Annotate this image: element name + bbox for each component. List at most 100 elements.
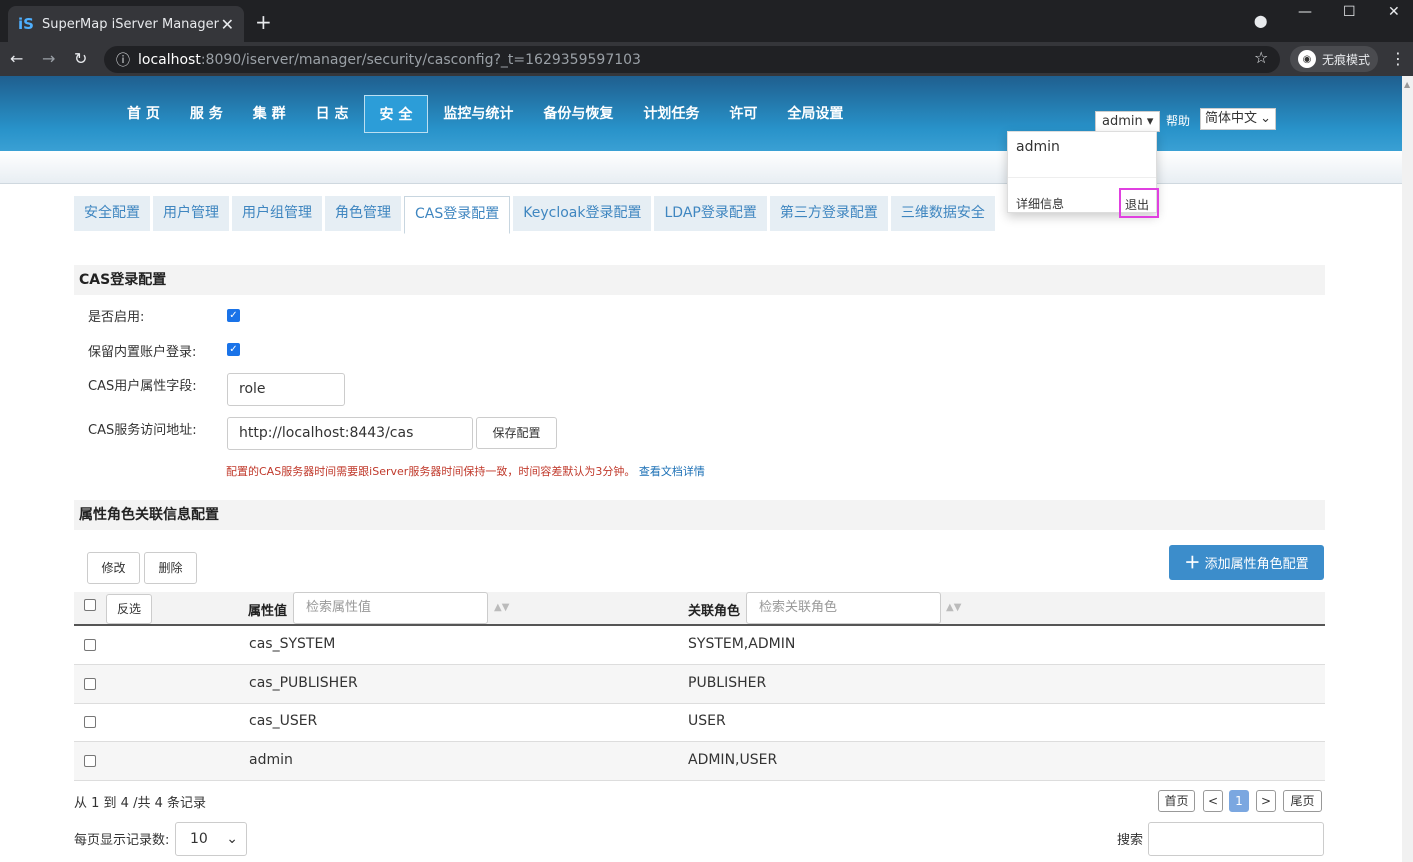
enable-checkbox[interactable]: ✓ xyxy=(227,309,240,322)
page-size-select[interactable]: 10 ⌄ xyxy=(175,822,247,856)
nav-services[interactable]: 服 务 xyxy=(175,95,238,133)
next-page-button[interactable]: > xyxy=(1256,790,1276,812)
delete-button[interactable]: 删除 xyxy=(144,552,197,584)
last-page-button[interactable]: 尾页 xyxy=(1283,790,1322,812)
main-nav: 首 页 服 务 集 群 日 志 安 全 监控与统计 备份与恢复 计划任务 许可 … xyxy=(112,95,858,133)
attr-search-input[interactable]: 检索属性值 xyxy=(293,592,488,624)
back-icon[interactable]: ← xyxy=(10,49,23,68)
keep-builtin-checkbox[interactable]: ✓ xyxy=(227,343,240,356)
language-value: 简体中文 xyxy=(1205,111,1258,126)
row-checkbox[interactable] xyxy=(84,678,96,690)
role-cell: USER xyxy=(688,713,726,729)
prev-page-button[interactable]: < xyxy=(1203,790,1223,812)
save-config-button[interactable]: 保存配置 xyxy=(476,417,557,449)
first-page-button[interactable]: 首页 xyxy=(1158,790,1195,812)
row-checkbox[interactable] xyxy=(84,716,96,728)
url-path: :8090/iserver/manager/security/casconfig… xyxy=(200,51,641,68)
url-host: localhost xyxy=(138,51,201,68)
nav-global-settings[interactable]: 全局设置 xyxy=(772,95,858,133)
role-cell: ADMIN,USER xyxy=(688,752,778,768)
user-menu-button[interactable]: admin ▾ xyxy=(1095,111,1161,132)
browser-menu-icon[interactable]: ⋮ xyxy=(1390,49,1406,68)
tab-ldap-login[interactable]: LDAP登录配置 xyxy=(654,196,767,231)
language-select[interactable]: 简体中文 ⌄ xyxy=(1200,108,1276,130)
scroll-up-icon[interactable]: ▲ xyxy=(1404,80,1410,89)
tab-3d-data-security[interactable]: 三维数据安全 xyxy=(890,196,995,231)
mapping-section-title: 属性角色关联信息配置 xyxy=(74,500,1325,530)
chevron-down-icon: ⌄ xyxy=(226,831,238,847)
incognito-icon: ◉ xyxy=(1298,50,1316,68)
dropdown-username: admin xyxy=(1016,139,1060,155)
browser-titlebar: iS SuperMap iServer Manager ✕ + ⬤ — ☐ ✕ xyxy=(0,0,1413,42)
security-subtabs: 安全配置 用户管理 用户组管理 角色管理 CAS登录配置 Keycloak登录配… xyxy=(74,196,998,234)
sort-icon[interactable]: ▲▼ xyxy=(494,602,509,613)
nav-home[interactable]: 首 页 xyxy=(112,95,175,133)
nav-backup[interactable]: 备份与恢复 xyxy=(528,95,628,133)
window-close-icon[interactable]: ✕ xyxy=(1388,4,1400,20)
help-link[interactable]: 帮助 xyxy=(1166,112,1190,129)
incognito-badge[interactable]: ◉ 无痕模式 xyxy=(1290,46,1379,72)
tab-user-management[interactable]: 用户管理 xyxy=(153,196,229,231)
role-search-input[interactable]: 检索关联角色 xyxy=(746,592,941,624)
nav-license[interactable]: 许可 xyxy=(714,95,772,133)
row-checkbox[interactable] xyxy=(84,639,96,651)
browser-tab[interactable]: iS SuperMap iServer Manager ✕ xyxy=(8,6,244,42)
attr-cell: cas_USER xyxy=(249,713,318,729)
server-url-label: CAS服务访问地址: xyxy=(88,423,197,438)
new-tab-icon[interactable]: + xyxy=(255,10,272,34)
attr-cell: cas_PUBLISHER xyxy=(249,675,358,691)
role-cell: SYSTEM,ADMIN xyxy=(688,636,796,652)
invert-selection-button[interactable]: 反选 xyxy=(106,594,152,624)
col-attr-header: 属性值 xyxy=(248,604,288,619)
tab-group-management[interactable]: 用户组管理 xyxy=(232,196,322,231)
page-size-value: 10 xyxy=(190,831,208,847)
select-all-checkbox[interactable] xyxy=(84,599,96,611)
nav-cluster[interactable]: 集 群 xyxy=(238,95,301,133)
minimize-icon[interactable]: — xyxy=(1298,4,1312,20)
table-search-input[interactable] xyxy=(1148,822,1324,856)
attr-field-input[interactable]: role xyxy=(227,373,345,406)
nav-monitoring[interactable]: 监控与统计 xyxy=(428,95,528,133)
details-menu-item[interactable]: 详细信息 xyxy=(1016,195,1064,212)
keep-builtin-label: 保留内置账户登录: xyxy=(88,345,197,360)
time-warning: 配置的CAS服务器时间需要跟iServer服务器时间保持一致，时间容差默认为3分… xyxy=(226,463,705,479)
maximize-icon[interactable]: ☐ xyxy=(1343,4,1356,20)
tab-cas-login[interactable]: CAS登录配置 xyxy=(404,196,511,234)
close-tab-icon[interactable]: ✕ xyxy=(221,15,234,34)
col-role-header: 关联角色 xyxy=(688,604,741,619)
logout-menu-item[interactable]: 退出 xyxy=(1119,188,1159,218)
nav-scheduled-tasks[interactable]: 计划任务 xyxy=(628,95,714,133)
bookmark-star-icon[interactable]: ☆ xyxy=(1254,48,1268,67)
records-info: 从 1 到 4 /共 4 条记录 xyxy=(74,796,206,811)
doc-link[interactable]: 查看文档详情 xyxy=(639,465,705,478)
app-header: 首 页 服 务 集 群 日 志 安 全 监控与统计 备份与恢复 计划任务 许可 … xyxy=(0,76,1402,151)
plus-icon: ＋ xyxy=(1184,553,1201,572)
address-bar[interactable]: ⓘ localhost :8090/iserver/manager/securi… xyxy=(104,46,1280,73)
attr-cell: cas_SYSTEM xyxy=(249,636,336,652)
add-mapping-label: 添加属性角色配置 xyxy=(1204,557,1309,572)
tab-keycloak-login[interactable]: Keycloak登录配置 xyxy=(513,196,652,231)
forward-icon[interactable]: → xyxy=(42,49,55,68)
profile-menu-icon[interactable]: ⬤ xyxy=(1254,14,1267,28)
nav-logs[interactable]: 日 志 xyxy=(301,95,364,133)
enable-label: 是否启用: xyxy=(88,310,145,325)
attr-cell: admin xyxy=(249,752,293,768)
add-mapping-button[interactable]: ＋ 添加属性角色配置 xyxy=(1169,545,1324,580)
tab-security-config[interactable]: 安全配置 xyxy=(74,196,150,231)
nav-security[interactable]: 安 全 xyxy=(363,95,429,133)
page-scrollbar[interactable] xyxy=(1402,76,1413,862)
server-url-input[interactable]: http://localhost:8443/cas xyxy=(227,417,473,450)
row-checkbox[interactable] xyxy=(84,755,96,767)
page-1-button[interactable]: 1 xyxy=(1229,790,1249,812)
table-row: cas_SYSTEM SYSTEM,ADMIN xyxy=(74,626,1325,665)
info-icon[interactable]: ⓘ xyxy=(116,50,130,70)
edit-button[interactable]: 修改 xyxy=(87,552,140,584)
user-dropdown-menu: admin 详细信息 退出 xyxy=(1007,131,1159,218)
tab-role-management[interactable]: 角色管理 xyxy=(325,196,401,231)
search-label: 搜索 xyxy=(1117,833,1144,848)
incognito-label: 无痕模式 xyxy=(1322,52,1371,67)
reload-icon[interactable]: ↻ xyxy=(74,49,87,68)
browser-toolbar: ← → ↻ ⓘ localhost :8090/iserver/manager/… xyxy=(0,42,1413,76)
sort-icon[interactable]: ▲▼ xyxy=(946,602,961,613)
tab-third-party-login[interactable]: 第三方登录配置 xyxy=(769,196,888,231)
